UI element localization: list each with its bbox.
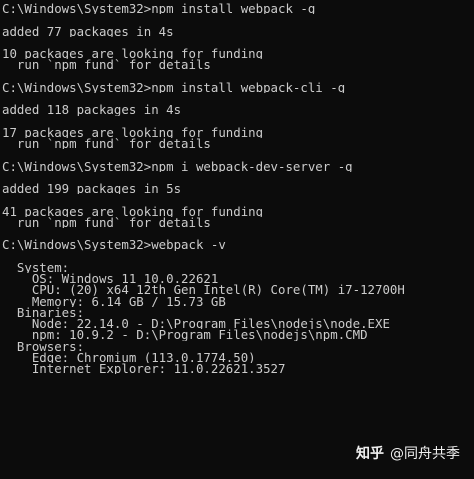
terminal-line: npm: 10.9.2 - D:\Program Files\nodejs\np…	[2, 329, 368, 341]
terminal-line: 10 packages are looking for funding	[2, 48, 264, 60]
terminal-line: run `npm fund` for details	[2, 216, 211, 228]
terminal-line: Memory: 6.14 GB / 15.73 GB	[2, 295, 226, 307]
terminal-line: C:\Windows\System32>webpack -v	[2, 239, 226, 251]
terminal-line: Browsers:	[2, 340, 85, 352]
terminal-line: System:	[2, 261, 70, 273]
terminal-line: run `npm fund` for details	[2, 59, 211, 71]
terminal-line: 41 packages are looking for funding	[2, 205, 264, 217]
terminal-line: CPU: (20) x64 12th Gen Intel(R) Core(TM)…	[2, 284, 405, 296]
terminal-line: added 77 packages in 4s	[2, 25, 174, 37]
watermark-author: @同舟共季	[390, 446, 460, 462]
terminal-line: OS: Windows 11 10.0.22621	[2, 273, 219, 285]
terminal-line: C:\Windows\System32>npm install webpack-…	[2, 81, 346, 93]
watermark-brand: 知乎	[356, 446, 384, 462]
terminal-line: Binaries:	[2, 306, 85, 318]
terminal-line: added 199 packages in 5s	[2, 183, 182, 195]
terminal-line: 17 packages are looking for funding	[2, 126, 264, 138]
terminal-line: Node: 22.14.0 - D:\Program Files\nodejs\…	[2, 318, 390, 330]
terminal-window[interactable]: C:\Windows\System32>npm install webpack …	[0, 0, 474, 479]
terminal-line: C:\Windows\System32>npm i webpack-dev-se…	[2, 160, 353, 172]
terminal-line: Internet Explorer: 11.0.22621.3527	[2, 363, 286, 375]
watermark: 知乎 @同舟共季	[356, 443, 460, 463]
terminal-line: added 118 packages in 4s	[2, 104, 182, 116]
terminal-line: Edge: Chromium (113.0.1774.50)	[2, 351, 256, 363]
terminal-output: C:\Windows\System32>npm install webpack …	[2, 3, 474, 374]
terminal-line: C:\Windows\System32>npm install webpack …	[2, 3, 316, 15]
terminal-line: run `npm fund` for details	[2, 138, 211, 150]
